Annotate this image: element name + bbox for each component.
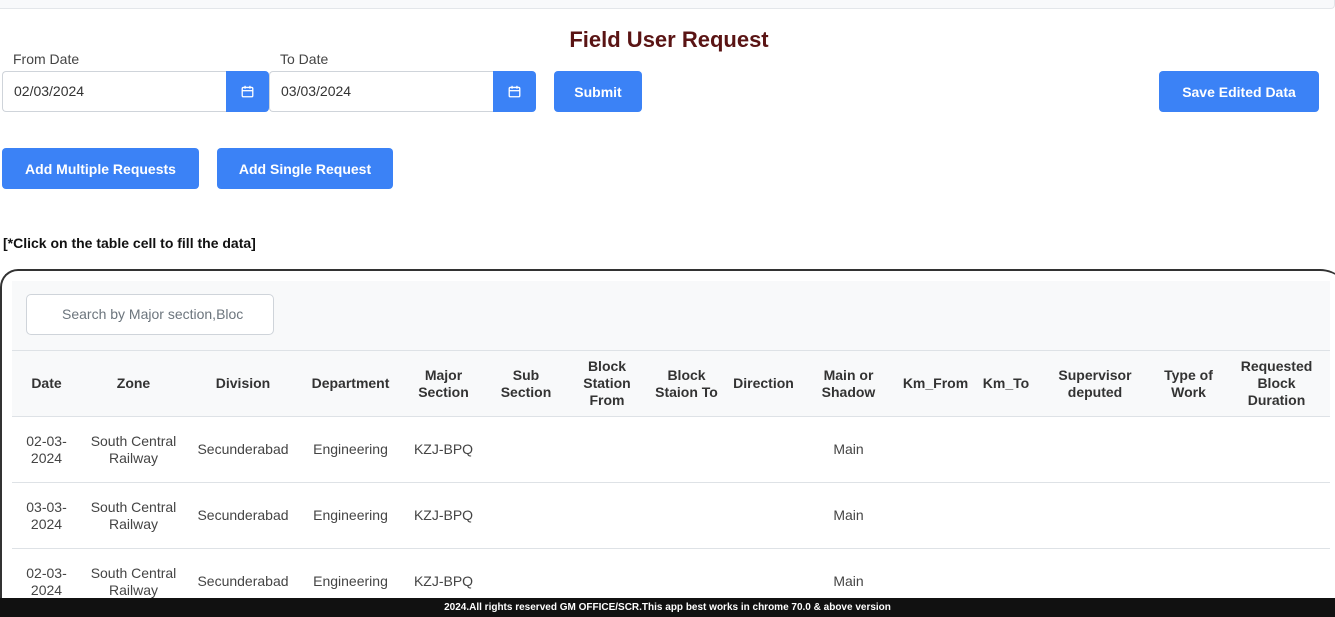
cell-block-station-from[interactable] — [566, 416, 648, 483]
cell-supervisor-deputed[interactable] — [1036, 482, 1154, 549]
cell-block-station-from[interactable] — [566, 482, 648, 549]
table-header-row: Date Zone Division Department Major Sect… — [12, 350, 1330, 417]
cell-main-or-shadow[interactable]: Main — [802, 416, 895, 483]
cell-date[interactable]: 03-03-2024 — [12, 482, 81, 549]
cell-division[interactable]: Secunderabad — [186, 416, 300, 483]
cell-type-of-work[interactable] — [1154, 482, 1223, 549]
cell-major-section[interactable]: KZJ-BPQ — [401, 416, 486, 483]
to-date-calendar-button[interactable] — [493, 71, 536, 112]
add-multiple-requests-button[interactable]: Add Multiple Requests — [2, 148, 199, 189]
cell-division[interactable]: Secunderabad — [186, 482, 300, 549]
table-row: 02-03-2024 South Central Railway Secunde… — [12, 416, 1330, 483]
add-single-request-button[interactable]: Add Single Request — [217, 148, 393, 189]
calendar-icon — [241, 85, 254, 98]
cell-requested-block-duration[interactable] — [1223, 482, 1330, 549]
col-division[interactable]: Division — [186, 350, 300, 417]
cell-block-station-to[interactable] — [648, 482, 725, 549]
requests-table-container: Search by Major section,Bloc Date Zone D… — [12, 281, 1330, 609]
save-edited-data-button[interactable]: Save Edited Data — [1159, 71, 1319, 112]
cell-supervisor-deputed[interactable] — [1036, 416, 1154, 483]
col-block-station-from[interactable]: Block Station From — [566, 350, 648, 417]
cell-km-from[interactable] — [895, 416, 976, 483]
page-footer: 2024.All rights reserved GM OFFICE/SCR.T… — [0, 598, 1335, 617]
from-date-calendar-button[interactable] — [226, 71, 269, 112]
col-km-from[interactable]: Km_From — [895, 350, 976, 417]
cell-km-from[interactable] — [895, 482, 976, 549]
to-date-label: To Date — [280, 51, 329, 67]
cell-sub-section[interactable] — [486, 416, 566, 483]
col-main-or-shadow[interactable]: Main or Shadow — [802, 350, 895, 417]
col-sub-section[interactable]: Sub Section — [486, 350, 566, 417]
cell-department[interactable]: Engineering — [300, 416, 401, 483]
cell-zone[interactable]: South Central Railway — [81, 416, 186, 483]
cell-sub-section[interactable] — [486, 482, 566, 549]
col-date[interactable]: Date — [12, 350, 81, 417]
cell-zone[interactable]: South Central Railway — [81, 482, 186, 549]
cell-requested-block-duration[interactable] — [1223, 416, 1330, 483]
col-block-station-to[interactable]: Block Staion To — [648, 350, 725, 417]
from-date-input[interactable]: 02/03/2024 — [2, 71, 226, 112]
col-major-section[interactable]: Major Section — [401, 350, 486, 417]
calendar-icon — [508, 85, 521, 98]
requests-table-card: Search by Major section,Bloc Date Zone D… — [0, 269, 1335, 609]
cell-department[interactable]: Engineering — [300, 482, 401, 549]
col-zone[interactable]: Zone — [81, 350, 186, 417]
from-date-label: From Date — [13, 51, 80, 67]
cell-block-station-to[interactable] — [648, 416, 725, 483]
cell-direction[interactable] — [725, 416, 802, 483]
requests-table: Date Zone Division Department Major Sect… — [12, 350, 1330, 609]
cell-type-of-work[interactable] — [1154, 416, 1223, 483]
page-title: Field User Request — [569, 27, 769, 52]
search-input[interactable]: Search by Major section,Bloc — [26, 294, 274, 335]
cell-main-or-shadow[interactable]: Main — [802, 482, 895, 549]
cell-major-section[interactable]: KZJ-BPQ — [401, 482, 486, 549]
table-row: 03-03-2024 South Central Railway Secunde… — [12, 482, 1330, 549]
col-direction[interactable]: Direction — [725, 350, 802, 417]
col-department[interactable]: Department — [300, 350, 401, 417]
cell-km-to[interactable] — [976, 482, 1036, 549]
cell-date[interactable]: 02-03-2024 — [12, 416, 81, 483]
col-km-to[interactable]: Km_To — [976, 350, 1036, 417]
cell-km-to[interactable] — [976, 416, 1036, 483]
cell-direction[interactable] — [725, 482, 802, 549]
to-date-picker: 03/03/2024 — [269, 71, 536, 112]
from-date-picker: 02/03/2024 — [2, 71, 269, 112]
submit-button[interactable]: Submit — [554, 71, 642, 112]
to-date-input[interactable]: 03/03/2024 — [269, 71, 493, 112]
col-supervisor-deputed[interactable]: Supervisor deputed — [1036, 350, 1154, 417]
col-type-of-work[interactable]: Type of Work — [1154, 350, 1223, 417]
col-requested-block-duration[interactable]: Requested Block Duration — [1223, 350, 1330, 417]
table-instruction-note: [*Click on the table cell to fill the da… — [3, 235, 256, 251]
top-navbar-strip — [0, 0, 1335, 9]
